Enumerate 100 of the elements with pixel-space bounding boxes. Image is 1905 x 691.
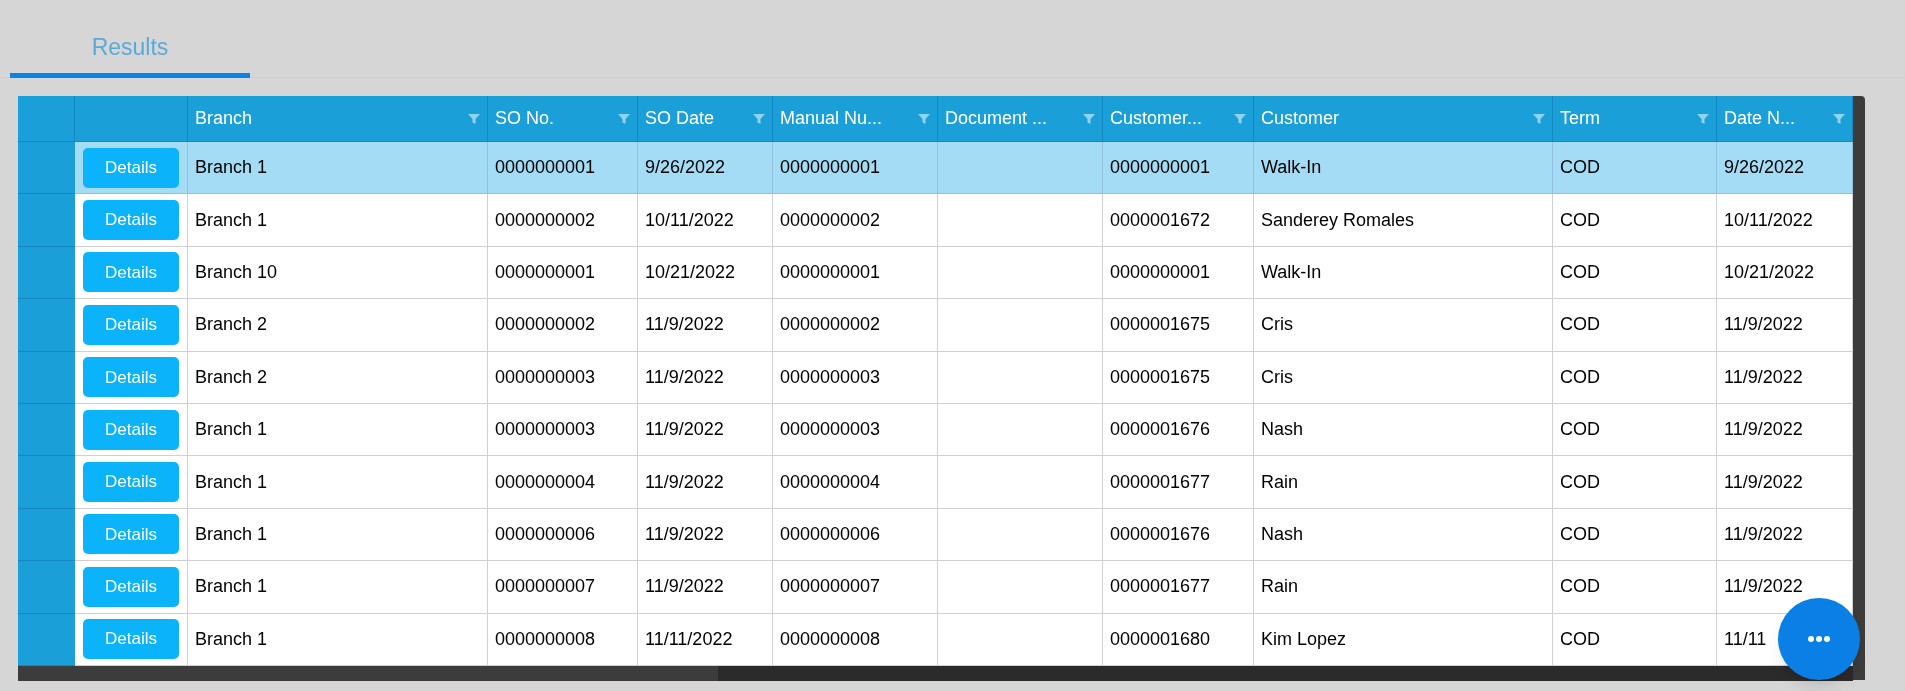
table-cell-text: 11/9/2022 [645,418,724,442]
column-header[interactable]: Customer... [1110,105,1203,132]
column-header[interactable]: Term [1560,105,1600,132]
table-cell-text: COD [1560,260,1600,284]
details-button[interactable]: Details [83,252,179,293]
column-header[interactable]: Manual Nu... [780,105,883,132]
row-indicator [18,561,75,614]
table-cell-text: 0000000001 [780,156,881,180]
table-cell-text: 0000001676 [1110,418,1211,442]
table-cell-text: Nash [1261,418,1304,442]
table-cell-text: 0000000002 [495,313,596,337]
table-cell-text: 11/9/2022 [1724,313,1803,337]
table-cell-text: 10/21/2022 [1724,260,1815,284]
table-cell-text: Kim Lopez [1261,627,1347,651]
table-row[interactable]: Details Branch 1 0000000004 11/9/2022 0000000004 0000001677 Rain COD 11/9/2022 [18,456,1853,509]
table-row[interactable]: Details Branch 1 0000000001 9/26/2022 0000000001 0000000001 Walk-In COD 9/26/2022 [18,142,1853,195]
table-cell-text: 0000000003 [780,418,881,442]
table-cell-text: 0000000007 [495,575,596,599]
table-row[interactable]: Details Branch 1 0000000008 11/11/2022 0000000008 0000001680 Kim Lopez COD 11/11 [18,613,1853,666]
table-cell-text: Walk-In [1261,260,1322,284]
table-cell-text: 0000001677 [1110,470,1211,494]
details-button[interactable]: Details [83,566,179,607]
table-row[interactable]: Details Branch 1 0000000002 10/11/2022 0000000002 0000001672 Sanderey Romales COD 10/11/2022 [18,194,1853,247]
table-cell-text: 11/9/2022 [645,365,724,389]
table-cell-text: 0000001675 [1110,313,1211,337]
table-cell-text: 0000000007 [780,575,881,599]
table-cell-text: 10/11/2022 [645,208,734,232]
filter-icon[interactable] [1083,112,1095,125]
table-row[interactable]: Details Branch 2 0000000003 11/9/2022 0000000003 0000001675 Cris COD 11/9/2022 [18,351,1853,404]
row-indicator [18,351,75,404]
table-cell-text: 11/11 [1724,627,1767,651]
table-cell-text: 11/9/2022 [1724,522,1803,546]
filter-icon[interactable] [1533,112,1545,125]
table-cell-text: Cris [1261,313,1293,337]
table-cell-text: 0000001672 [1110,208,1211,232]
column-header[interactable]: Branch [195,105,253,132]
details-button[interactable]: Details [83,619,179,660]
table-cell-text: COD [1560,208,1600,232]
table-row[interactable]: Details Branch 10 0000000001 10/21/2022 0000000001 0000000001 Walk-In COD 10/21/2022 [18,246,1853,300]
table-cell-text: 9/26/2022 [645,156,726,180]
table-cell-text: 11/9/2022 [1724,418,1803,442]
row-indicator [18,508,75,562]
table-cell-text: 0000001676 [1110,522,1211,546]
table-cell-text: COD [1560,470,1600,494]
column-header[interactable]: Date N... [1724,105,1796,132]
table-cell-text: 0000000006 [780,522,881,546]
filter-icon[interactable] [468,112,480,125]
table-row[interactable]: Details Branch 1 0000000006 11/9/2022 0000000006 0000001676 Nash COD 11/9/2022 [18,508,1853,562]
filter-icon[interactable] [1833,112,1845,125]
details-button[interactable]: Details [83,462,179,503]
table-cell-text: Sanderey Romales [1261,208,1415,232]
table-cell-text: 0000001680 [1110,627,1211,651]
table-cell-text: Branch 1 [195,470,268,494]
details-button[interactable]: Details [83,357,179,398]
table-cell-text: 10/21/2022 [645,260,736,284]
filter-icon[interactable] [618,112,630,125]
column-header[interactable]: SO No. [495,105,555,132]
table-cell-text: 0000000001 [1110,156,1211,180]
table-cell-text: 0000000008 [495,627,596,651]
table-cell-text: 0000000002 [780,313,881,337]
table-cell-text: 0000000004 [780,470,881,494]
table-cell-text: Branch 1 [195,208,268,232]
table-cell-text: 10/11/2022 [1724,208,1813,232]
filter-icon[interactable] [1234,112,1246,125]
row-indicator [18,194,75,247]
details-button[interactable]: Details [83,514,179,555]
details-button[interactable]: Details [83,200,179,241]
table-cell-text: 0000000002 [495,208,596,232]
row-indicator [18,246,75,300]
table-cell-text: 0000000006 [495,522,596,546]
details-button[interactable]: Details [83,409,179,450]
filter-icon[interactable] [1697,112,1709,125]
table-row[interactable]: Details Branch 1 0000000007 11/9/2022 0000000007 0000001677 Rain COD 11/9/2022 [18,561,1853,614]
vertical-scrollbar[interactable] [1853,96,1865,680]
table-cell-text: Branch 2 [195,313,268,337]
table-cell-text: Nash [1261,522,1304,546]
column-header[interactable]: Customer [1261,105,1340,132]
table-cell-text: COD [1560,627,1600,651]
details-button[interactable]: Details [83,304,179,345]
table-cell-text: 0000000001 [1110,260,1211,284]
table-cell-text: 11/9/2022 [1724,470,1803,494]
filter-icon[interactable] [918,112,930,125]
table-cell-text: Rain [1261,470,1299,494]
column-header[interactable]: SO Date [645,105,715,132]
table-row[interactable]: Details Branch 1 0000000003 11/9/2022 0000000003 0000001676 Nash COD 11/9/2022 [18,403,1853,457]
row-indicator [18,456,75,509]
filter-icon[interactable] [753,112,765,125]
table-cell-text: COD [1560,575,1600,599]
table-cell-text: 0000000001 [780,260,881,284]
results-tab[interactable]: Results [10,0,250,78]
table-cell-text: COD [1560,418,1600,442]
table-row[interactable]: Details Branch 2 0000000002 11/9/2022 0000000002 0000001675 Cris COD 11/9/2022 [18,299,1853,352]
table-cell-text: Branch 1 [195,522,268,546]
table-cell-text: Branch 1 [195,156,268,180]
more-icon [1808,636,1830,642]
table-cell-text: 0000000003 [495,418,596,442]
column-header[interactable]: Document ... [945,105,1048,132]
table-cell-text: Branch 1 [195,627,268,651]
table-cell-text: Walk-In [1261,156,1322,180]
details-button[interactable]: Details [83,147,179,188]
